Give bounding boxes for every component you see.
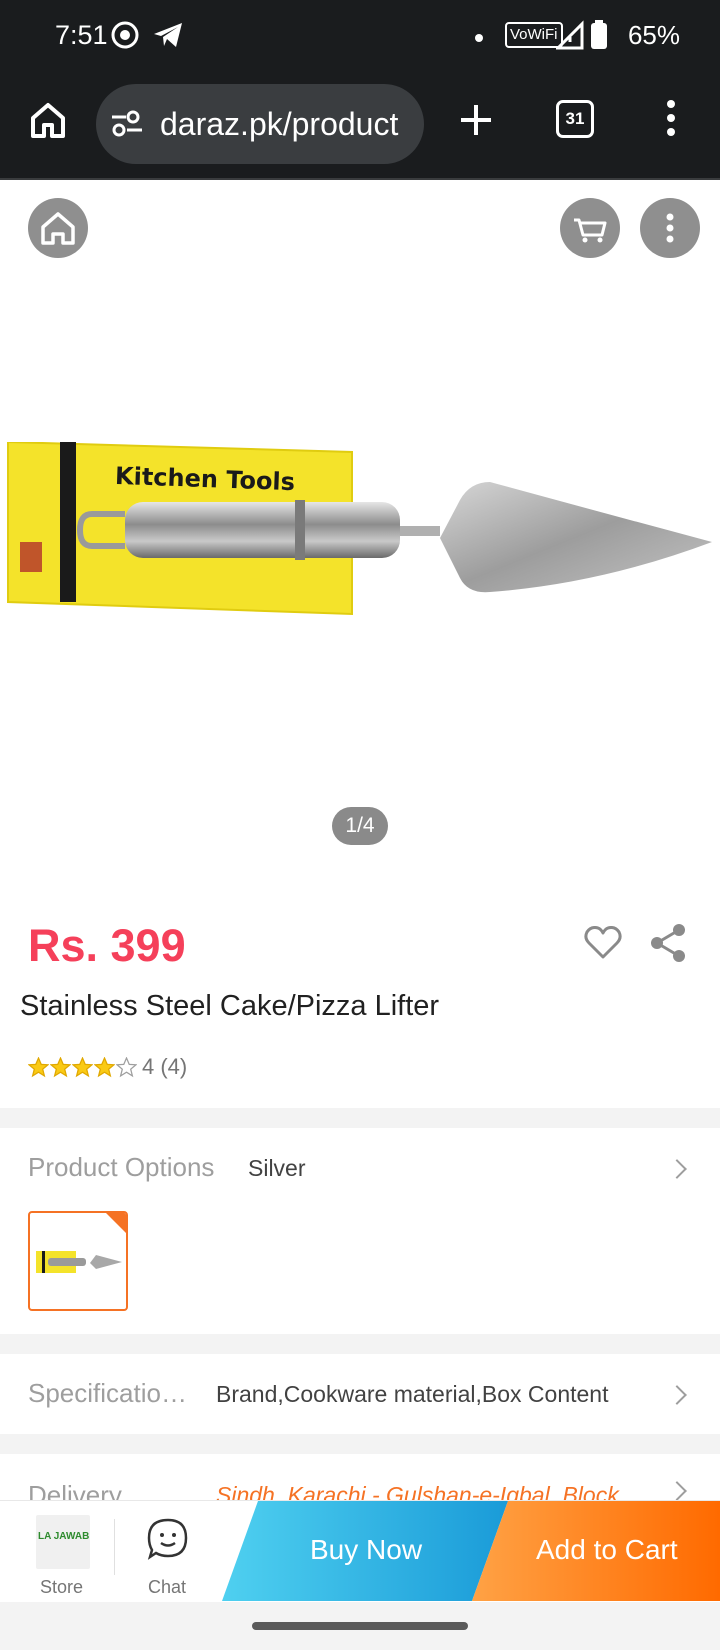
browser-toolbar: daraz.pk/product 31 (0, 72, 720, 180)
star-icon (50, 1057, 71, 1078)
selected-option-value: Silver (248, 1155, 306, 1181)
chat-label[interactable]: Chat (148, 1577, 186, 1598)
signal-icon (554, 20, 584, 55)
product-price: Rs. 399 (28, 920, 186, 971)
rating-stars (28, 1057, 138, 1079)
buy-now-label: Buy Now (310, 1534, 423, 1565)
product-image-carousel[interactable]: Kitchen Tools 1/4 (0, 182, 720, 862)
delivery-label: Delivery (28, 1480, 122, 1500)
address-bar[interactable]: daraz.pk/product (96, 84, 424, 164)
more-options-button[interactable] (640, 198, 700, 258)
cart-button[interactable] (560, 198, 620, 258)
chat-icon[interactable] (146, 1517, 190, 1566)
rating-count[interactable]: 4 (4) (142, 1054, 187, 1080)
store-label[interactable]: Store (40, 1577, 83, 1598)
buy-now-button[interactable]: Buy Now (222, 1501, 508, 1601)
kebab-menu-icon (666, 213, 674, 243)
bottom-action-bar: LA JAWAB Store Chat Buy Now Add to Cart (0, 1500, 720, 1602)
product-title: Stainless Steel Cake/Pizza Lifter (20, 990, 440, 1022)
plus-icon[interactable] (458, 102, 494, 143)
add-to-cart-label: Add to Cart (536, 1534, 678, 1565)
selected-corner-marker (106, 1213, 126, 1233)
home-button[interactable] (28, 198, 88, 258)
telegram-icon (152, 20, 184, 55)
image-counter: 1/4 (332, 807, 388, 845)
star-icon (116, 1057, 137, 1078)
section-divider (0, 1434, 720, 1454)
specifications-value: Brand,Cookware material,Box Content (216, 1381, 609, 1407)
add-to-cart-button[interactable]: Add to Cart (472, 1501, 720, 1601)
site-settings-icon[interactable] (110, 108, 144, 145)
section-divider (0, 1334, 720, 1354)
kebab-menu-icon[interactable] (664, 98, 678, 143)
status-time: 7:51 (55, 20, 108, 50)
star-icon (28, 1057, 49, 1078)
star-icon (72, 1057, 93, 1078)
chevron-right-icon (667, 1385, 687, 1405)
chevron-right-icon (667, 1481, 687, 1500)
store-logo[interactable]: LA JAWAB (36, 1515, 90, 1569)
delivery-row[interactable]: Delivery Sindh, Karachi - Gulshan-e-Iqba… (0, 1454, 720, 1500)
circle-at-icon (110, 20, 140, 55)
star-icon (94, 1057, 115, 1078)
specifications-row[interactable]: Specificatio… Brand,Cookware material,Bo… (0, 1354, 720, 1434)
vowifi-badge: VoWiFi (505, 22, 563, 48)
battery-percent: 65% (627, 20, 680, 50)
option-thumbnail-silver[interactable] (28, 1211, 128, 1311)
cart-icon (574, 218, 607, 243)
navigation-gesture-area (0, 1602, 720, 1650)
bar-divider (114, 1519, 115, 1575)
product-photo (7, 442, 712, 616)
specifications-label: Specificatio… (28, 1378, 187, 1408)
tabs-icon[interactable]: 31 (556, 100, 594, 138)
chevron-right-icon (667, 1159, 687, 1179)
home-icon[interactable] (28, 100, 68, 145)
home-icon (41, 212, 75, 245)
section-divider (0, 1108, 720, 1128)
dot-icon (474, 30, 484, 48)
status-bar: 7:51 VoWiFi 65% (0, 0, 720, 72)
delivery-location[interactable]: Sindh, Karachi - Gulshan-e-Iqbal, Block (216, 1482, 619, 1500)
url-text: daraz.pk/product (160, 106, 399, 142)
gesture-handle[interactable] (252, 1622, 468, 1630)
product-options-label: Product Options (28, 1152, 215, 1182)
battery-icon (590, 20, 608, 55)
store-logo-text: LA JAWAB (38, 1531, 90, 1542)
share-icon[interactable] (648, 922, 688, 969)
heart-icon[interactable] (584, 926, 622, 965)
